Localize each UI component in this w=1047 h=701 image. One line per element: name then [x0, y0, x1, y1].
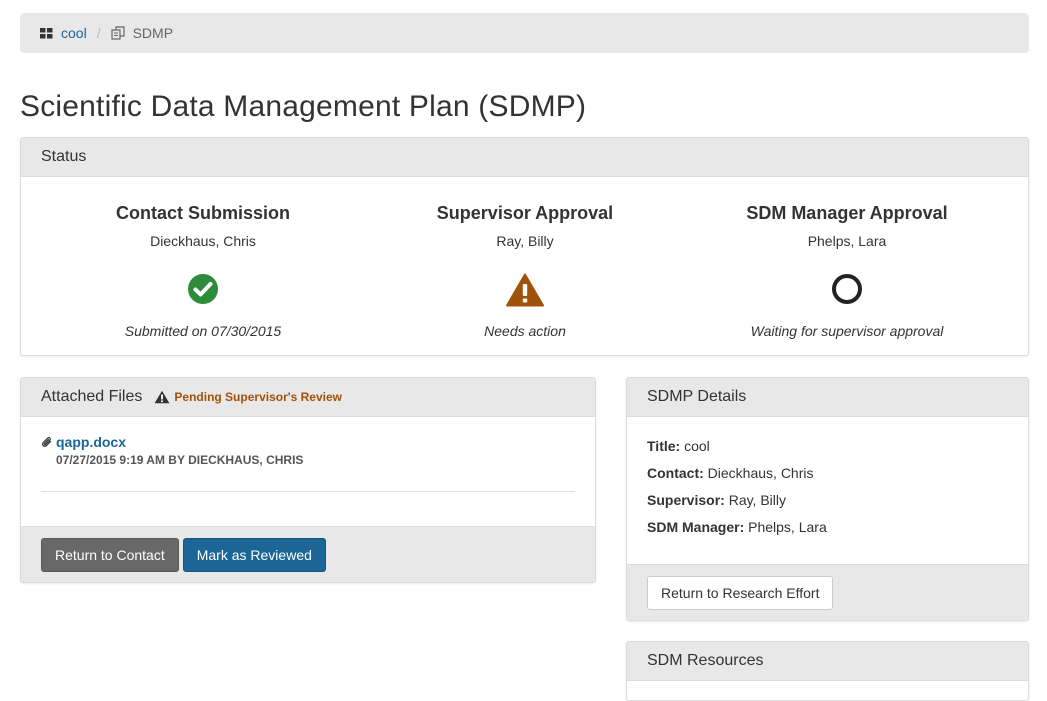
detail-label: SDM Manager:: [647, 519, 745, 535]
status-panel-heading: Status: [21, 138, 1028, 177]
status-step-title: Contact Submission: [115, 203, 290, 223]
copy-document-icon: [110, 26, 125, 40]
circle-outline-icon: [682, 273, 1012, 305]
sdmp-details-panel: SDMP Details Title: cool Contact: Dieckh…: [626, 377, 1029, 621]
detail-supervisor-row: Supervisor: Ray, Billy: [647, 492, 827, 519]
warning-icon: [360, 273, 690, 307]
file-meta: 07/27/2015 9:19 AM by Dieckhaus, Chris: [56, 453, 304, 467]
detail-label: Contact:: [647, 465, 704, 481]
detail-value: Ray, Billy: [728, 492, 787, 508]
page-title: Scientific Data Management Plan (SDMP): [20, 90, 587, 123]
status-step-person: Phelps, Lara: [807, 233, 887, 249]
dashboard-grid-icon: [40, 27, 53, 39]
pending-review-badge: Pending Supervisor's Review: [154, 390, 342, 404]
status-step-note: Needs action: [484, 323, 566, 339]
sdmp-details-heading: SDMP Details: [627, 378, 1028, 417]
status-step-title: Supervisor Approval: [436, 203, 614, 223]
status-step-note: Waiting for supervisor approval: [750, 323, 944, 339]
status-steps: Contact Submission Dieckhaus, Chris Subm…: [21, 177, 1028, 355]
status-panel: Status Contact Submission Dieckhaus, Chr…: [20, 137, 1029, 356]
attached-files-title: Attached Files: [41, 388, 143, 405]
return-to-research-effort-button[interactable]: Return to Research Effort: [647, 575, 834, 610]
breadcrumb-separator: /: [96, 25, 101, 41]
breadcrumb-home-link[interactable]: cool: [61, 25, 87, 41]
warning-small-icon: [154, 390, 170, 404]
detail-label: Title:: [647, 438, 681, 454]
breadcrumb: cool / SDMP: [20, 13, 1029, 53]
status-step-person: Dieckhaus, Chris: [150, 233, 256, 249]
detail-manager-row: SDM Manager: Phelps, Lara: [647, 519, 827, 546]
return-to-contact-button[interactable]: Return to Contact: [41, 537, 179, 572]
paperclip-icon: [41, 436, 53, 448]
check-circle-icon: [38, 273, 368, 305]
breadcrumb-current: SDMP: [132, 25, 174, 41]
detail-value: cool: [684, 438, 710, 454]
sdm-resources-panel: SDM Resources: [626, 641, 1029, 701]
status-step-title: SDM Manager Approval: [746, 203, 948, 223]
file-divider: [41, 491, 575, 492]
mark-as-reviewed-button[interactable]: Mark as Reviewed: [182, 537, 326, 572]
sdmp-details-list: Title: cool Contact: Dieckhaus, Chris Su…: [647, 438, 827, 546]
detail-title-row: Title: cool: [647, 438, 827, 465]
file-list-item: qapp.docx 07/27/2015 9:19 AM by Dieckhau…: [41, 434, 575, 467]
detail-value: Phelps, Lara: [748, 519, 827, 535]
file-link[interactable]: qapp.docx: [56, 434, 126, 450]
attached-files-footer: Return to Contact Mark as Reviewed: [21, 526, 595, 582]
attached-files-heading: Attached Files Pending Supervisor's Revi…: [21, 378, 595, 417]
pending-review-text: Pending Supervisor's Review: [174, 390, 342, 404]
detail-contact-row: Contact: Dieckhaus, Chris: [647, 465, 827, 492]
detail-label: Supervisor:: [647, 492, 725, 508]
sdmp-details-footer: Return to Research Effort: [627, 564, 1028, 620]
status-step-person: Ray, Billy: [496, 233, 554, 249]
status-step-note: Submitted on 07/30/2015: [124, 323, 282, 339]
detail-value: Dieckhaus, Chris: [707, 465, 814, 481]
attached-files-panel: Attached Files Pending Supervisor's Revi…: [20, 377, 596, 583]
